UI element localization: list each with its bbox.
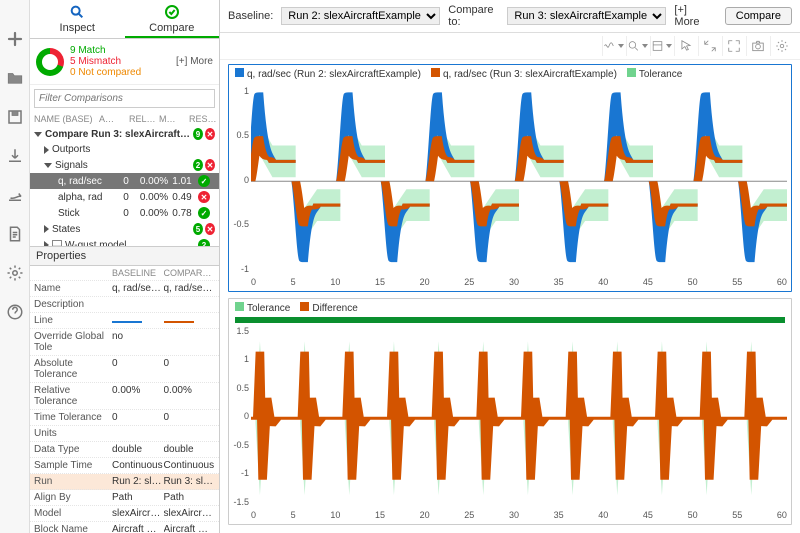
caret-down-icon: [34, 132, 42, 137]
fit-icon[interactable]: [650, 36, 672, 56]
expand-icon[interactable]: [722, 36, 744, 56]
tab-inspect-label: Inspect: [60, 22, 95, 34]
top-bar: Baseline: Run 2: slexAircraftExample Com…: [220, 0, 800, 33]
baseline-label: Baseline:: [228, 10, 273, 22]
property-row: Data Typedoubledouble: [30, 442, 219, 458]
save-icon[interactable]: [6, 108, 24, 129]
tree-signals[interactable]: Signals 2✕: [30, 157, 219, 173]
property-row: Description: [30, 297, 219, 313]
main-area: Baseline: Run 2: slexAircraftExample Com…: [220, 0, 800, 533]
tree-outports[interactable]: Outports: [30, 142, 219, 157]
properties-table: BASELINECOMPARE TO Nameq, rad/sec (Run 2…: [30, 266, 219, 533]
tab-compare-label: Compare: [149, 22, 194, 34]
gear-icon[interactable]: [6, 264, 24, 285]
camera-icon[interactable]: [746, 36, 768, 56]
summary-more-link[interactable]: [+] More: [176, 56, 213, 67]
tab-inspect[interactable]: Inspect: [30, 0, 125, 38]
legend-swatch: [627, 68, 636, 77]
help-icon[interactable]: [6, 303, 24, 324]
compareto-label: Compare to:: [448, 4, 499, 28]
legend-swatch: [431, 68, 440, 77]
property-row: ModelslexAircraftExaslexAircraftExa: [30, 506, 219, 522]
chart-top[interactable]: q, rad/sec (Run 2: slexAircraftExample) …: [228, 64, 792, 292]
chart-bottom-yticks: 1.510.50-0.5-1-1.5: [229, 323, 251, 511]
property-row: RunRun 2: slexAircRun 3: slexAirc: [30, 474, 219, 490]
tree-row-selected[interactable]: q, rad/sec 0 0.00% 1.01 ✓: [30, 173, 219, 189]
filter-input[interactable]: [34, 89, 215, 108]
baseline-select[interactable]: Run 2: slexAircraftExample: [281, 7, 440, 25]
property-row: Override Global Toleno: [30, 329, 219, 356]
property-row: Absolute Tolerance00: [30, 356, 219, 383]
compareto-select[interactable]: Run 3: slexAircraftExample: [507, 7, 666, 25]
compare-panel: Inspect Compare 9 Match 5 Mismatch 0 Not…: [30, 0, 220, 533]
property-row: Line: [30, 313, 219, 329]
compare-button[interactable]: Compare: [725, 7, 792, 25]
legend-swatch: [235, 302, 244, 311]
tree-row[interactable]: Stick 0 0.00% 0.78 ✓: [30, 205, 219, 221]
tree-row[interactable]: alpha, rad 0 0.00% 0.49 ✕: [30, 189, 219, 205]
chart-top-yticks: 10.50-0.5-1: [229, 83, 251, 277]
plot-toolbar: [220, 33, 800, 60]
property-row: Units: [30, 426, 219, 442]
property-row: Block NameAircraft DynamAircraft Dynam: [30, 522, 219, 533]
chart-top-legend: q, rad/sec (Run 2: slexAircraftExample) …: [229, 65, 791, 83]
properties-title: Properties: [30, 246, 219, 266]
chart-bottom-legend: Tolerance Difference: [229, 299, 791, 317]
property-row: Sample TimeContinuousContinuous: [30, 458, 219, 474]
zoom-icon[interactable]: [626, 36, 648, 56]
tool-rail: [0, 0, 30, 533]
chart-bottom[interactable]: Tolerance Difference 1.510.50-0.5-1-1.5 …: [228, 298, 792, 526]
comparison-tree: Compare Run 3: slexAircraftExample 9✕ Ou…: [30, 126, 219, 246]
import-icon[interactable]: [6, 147, 24, 168]
caret-down-icon: [44, 163, 52, 168]
chart-bottom-xticks: 051015202530354045505560: [251, 510, 787, 524]
pointer-icon[interactable]: [674, 36, 696, 56]
plus-icon[interactable]: [6, 30, 24, 51]
property-row: Time Tolerance00: [30, 410, 219, 426]
tree-header: NAME (BASE) A… REL… M… RES…: [30, 112, 219, 126]
chart-top-xticks: 051015202530354045505560: [251, 277, 787, 291]
tree-root[interactable]: Compare Run 3: slexAircraftExample 9✕: [30, 126, 219, 142]
property-row: Align ByPathPath: [30, 490, 219, 506]
legend-swatch: [300, 302, 309, 311]
summary-match: 9 Match: [70, 45, 141, 56]
folder-icon[interactable]: [6, 69, 24, 90]
tab-compare[interactable]: Compare: [125, 0, 220, 38]
report-icon[interactable]: [6, 225, 24, 246]
summary-row: 9 Match 5 Mismatch 0 Not compared [+] Mo…: [30, 39, 219, 85]
settings-icon[interactable]: [770, 36, 792, 56]
waveform-icon[interactable]: [602, 36, 624, 56]
legend-swatch: [235, 68, 244, 77]
summary-notcompared: 0 Not compared: [70, 67, 141, 78]
tree-wgust[interactable]: W-gust model 2: [30, 237, 219, 246]
summary-donut-icon: [36, 48, 64, 76]
summary-mismatch: 5 Mismatch: [70, 56, 141, 67]
caret-right-icon: [44, 146, 49, 154]
property-row: Nameq, rad/sec (Run 2q, rad/sec (Run 3: [30, 281, 219, 297]
export-icon[interactable]: [6, 186, 24, 207]
collapse-icon[interactable]: [698, 36, 720, 56]
topbar-more-link[interactable]: [+] More: [674, 4, 708, 28]
property-row: Relative Tolerance0.00%0.00%: [30, 383, 219, 410]
caret-right-icon: [44, 225, 49, 233]
tree-states[interactable]: States 5✕: [30, 221, 219, 237]
